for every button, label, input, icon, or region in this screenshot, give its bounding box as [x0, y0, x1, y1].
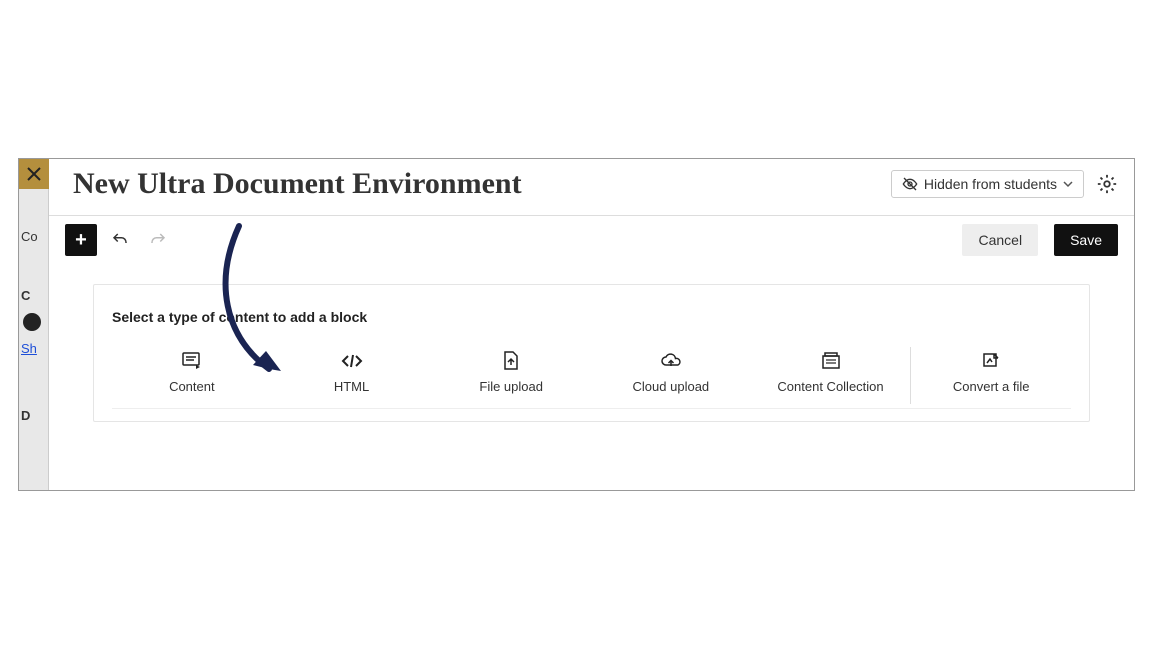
plus-icon: + — [75, 229, 87, 252]
redo-button[interactable] — [143, 225, 173, 255]
undo-button[interactable] — [105, 225, 135, 255]
cancel-button[interactable]: Cancel — [962, 224, 1038, 256]
bg-link: Sh — [19, 337, 48, 360]
content-label: Content — [169, 379, 215, 394]
convert-icon — [982, 351, 1000, 371]
html-icon — [341, 351, 363, 371]
save-button[interactable]: Save — [1054, 224, 1118, 256]
hidden-icon — [902, 176, 918, 192]
collection-icon — [821, 351, 841, 371]
block-prompt: Select a type of content to add a block — [112, 309, 1071, 325]
redo-icon — [149, 231, 167, 249]
add-block-button[interactable]: + — [65, 224, 97, 256]
cloud-upload-icon — [660, 351, 682, 371]
file-upload-label: File upload — [479, 379, 543, 394]
page-title[interactable]: New Ultra Document Environment — [73, 167, 891, 201]
content-icon — [182, 351, 202, 371]
settings-button[interactable] — [1096, 173, 1118, 195]
content-option[interactable]: Content — [112, 347, 272, 404]
content-collection-option[interactable]: Content Collection — [751, 347, 911, 404]
file-upload-option[interactable]: File upload — [431, 347, 591, 404]
content-collection-label: Content Collection — [777, 379, 883, 394]
gear-icon — [1096, 173, 1118, 195]
toolbar: + Cancel Save — [49, 216, 1134, 264]
bg-avatar — [23, 313, 41, 331]
html-option[interactable]: HTML — [272, 347, 432, 404]
close-button[interactable] — [19, 159, 49, 189]
bg-text: D — [19, 404, 48, 427]
content-block-panel: Select a type of content to add a block … — [93, 284, 1090, 422]
document-editor-window: Co C Sh D New Ultra Document Environment… — [18, 158, 1135, 491]
bg-text: Co — [19, 225, 48, 248]
convert-file-option[interactable]: Convert a file — [910, 347, 1071, 404]
header-bar: New Ultra Document Environment Hidden fr… — [49, 159, 1134, 216]
close-icon — [27, 167, 41, 181]
editor-panel: New Ultra Document Environment Hidden fr… — [49, 159, 1134, 490]
convert-file-label: Convert a file — [953, 379, 1030, 394]
background-sidebar: Co C Sh D — [19, 159, 49, 490]
visibility-label: Hidden from students — [924, 176, 1057, 192]
file-upload-icon — [503, 351, 519, 371]
cloud-upload-option[interactable]: Cloud upload — [591, 347, 751, 404]
chevron-down-icon — [1063, 179, 1073, 189]
block-options-row: Content HTML File upload — [112, 347, 1071, 409]
cloud-upload-label: Cloud upload — [633, 379, 710, 394]
bg-text: C — [19, 284, 48, 307]
undo-icon — [111, 231, 129, 249]
html-label: HTML — [334, 379, 369, 394]
visibility-dropdown[interactable]: Hidden from students — [891, 170, 1084, 198]
